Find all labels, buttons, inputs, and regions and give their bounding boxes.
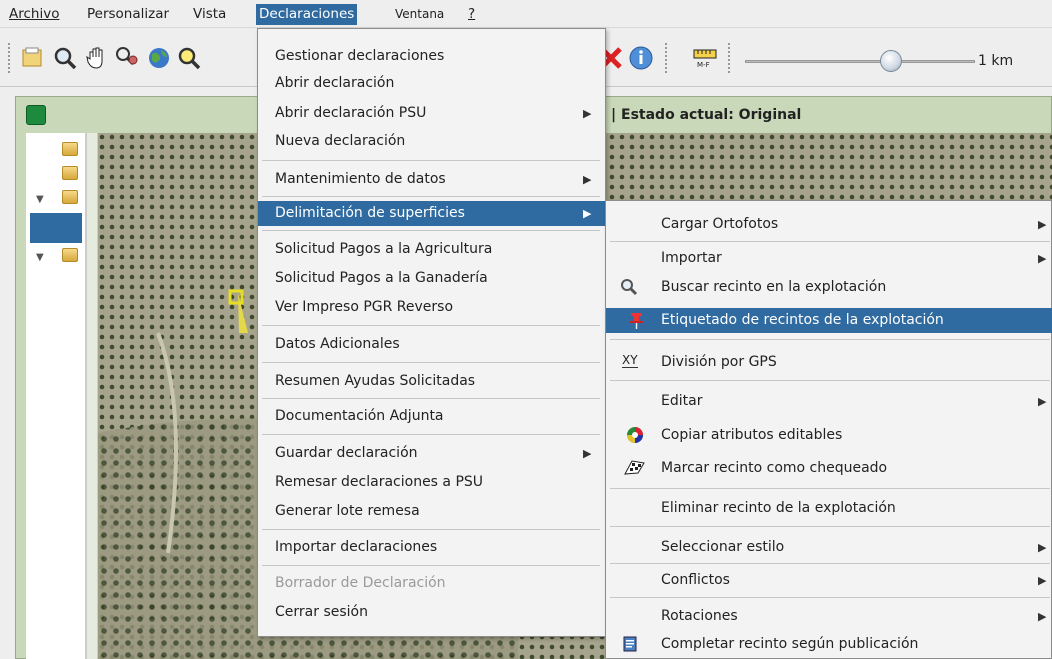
folder-icon[interactable] [62,190,78,204]
menu-bar: Archivo Personalizar Vista Declaraciones… [0,0,1052,28]
menu-item-generar-lote-remesa[interactable]: Generar lote remesa [258,499,605,524]
menu-item-ver-impreso-pgr[interactable]: Ver Impreso PGR Reverso [258,295,605,320]
submenu-arrow-icon: ▶ [583,107,592,120]
menu-item-mantenimiento-datos[interactable]: Mantenimiento de datos ▶ [258,167,605,192]
menu-personalizar[interactable]: Personalizar [84,4,172,25]
toolbar-grip [8,43,12,73]
submenu-item-seleccionar-estilo[interactable]: Seleccionar estilo ▶ [606,535,1052,560]
submenu-arrow-icon: ▶ [583,207,592,220]
submenu-arrow-icon: ▶ [1038,395,1047,408]
menu-item-abrir-declaracion-psu[interactable]: Abrir declaración PSU ▶ [258,101,605,126]
svg-text:M-F: M-F [697,61,710,69]
submenu-item-importar[interactable]: Importar ▶ [606,246,1052,271]
menu-separator [610,339,1050,340]
menu-item-importar-declaraciones[interactable]: Importar declaraciones [258,535,605,560]
menu-separator [262,160,600,161]
identify-icon[interactable] [114,45,140,71]
search-icon [620,278,638,296]
menu-item-gestionar-declaraciones[interactable]: Gestionar declaraciones [258,44,605,69]
menu-item-solicitud-pagos-agricultura[interactable]: Solicitud Pagos a la Agricultura [258,237,605,262]
menu-item-nueva-declaracion[interactable]: Nueva declaración [258,129,605,154]
submenu-item-rotaciones[interactable]: Rotaciones ▶ [606,604,1052,629]
folder-icon[interactable] [62,166,78,180]
submenu-item-completar-recinto[interactable]: Completar recinto según publicación [606,632,1052,657]
zoom-box-icon[interactable] [176,45,202,71]
expand-arrow-icon[interactable]: ▼ [36,252,44,263]
menu-item-resumen-ayudas[interactable]: Resumen Ayudas Solicitadas [258,369,605,394]
submenu-item-cargar-ortofotos[interactable]: Cargar Ortofotos ▶ [606,212,1052,237]
submenu-arrow-icon: ▶ [1038,610,1047,623]
menu-separator [610,563,1050,564]
menu-separator [262,196,600,197]
folder-icon[interactable] [62,142,78,156]
menu-item-guardar-declaracion[interactable]: Guardar declaración ▶ [258,441,605,466]
tree-selected-item[interactable] [30,213,82,243]
menu-separator [262,362,600,363]
menu-item-solicitud-pagos-ganaderia[interactable]: Solicitud Pagos a la Ganadería [258,266,605,291]
submenu-item-buscar-recinto[interactable]: Buscar recinto en la explotación [606,275,1052,300]
checkered-flag-icon [622,458,646,476]
toolbar-grip [728,43,732,73]
submenu-arrow-icon: ▶ [1038,541,1047,554]
menu-archivo[interactable]: Archivo [6,4,62,25]
submenu-item-conflictos[interactable]: Conflictos ▶ [606,568,1052,593]
submenu-arrow-icon: ▶ [1038,574,1047,587]
menu-separator [262,434,600,435]
menu-separator [262,325,600,326]
layer-tree [26,133,86,659]
menu-separator [262,529,600,530]
submenu-item-eliminar-recinto[interactable]: Eliminar recinto de la explotación [606,496,1052,521]
panel-title: Z | Estado actual: Original [596,107,802,123]
submenu-item-copiar-atributos[interactable]: Copiar atributos editables [606,423,1052,448]
menu-separator [262,398,600,399]
pushpin-icon [628,311,646,329]
splitter-handle[interactable] [86,133,98,659]
menu-help[interactable]: ? [465,4,478,25]
panel-app-icon [26,105,46,125]
scale-slider-track[interactable] [745,60,975,63]
submenu-item-etiquetado-recintos[interactable]: Etiquetado de recintos de la explotación [606,308,1052,333]
menu-item-cerrar-sesion[interactable]: Cerrar sesión [258,600,605,625]
submenu-arrow-icon: ▶ [583,173,592,186]
menu-item-borrador-declaracion: Borrador de Declaración [275,575,446,591]
menu-declaraciones[interactable]: Declaraciones [256,4,358,25]
submenu-arrow-icon: ▶ [583,447,592,460]
menu-item-delimitacion-superficies[interactable]: Delimitación de superficies ▶ [258,201,605,226]
submenu-item-marcar-chequeado[interactable]: Marcar recinto como chequeado [606,456,1052,481]
menu-separator [610,241,1050,242]
pan-hand-icon[interactable] [84,45,110,71]
expand-arrow-icon[interactable]: ▼ [36,194,44,205]
menu-separator [610,597,1050,598]
menu-separator [610,526,1050,527]
menu-ventana[interactable]: Ventana [392,4,447,25]
info-icon[interactable] [628,45,654,71]
submenu-item-division-gps[interactable]: XY División por GPS [606,350,1052,375]
open-file-icon[interactable] [20,45,46,71]
menu-separator [610,380,1050,381]
globe-icon[interactable] [146,45,172,71]
menu-item-datos-adicionales[interactable]: Datos Adicionales [258,332,605,357]
menu-separator [262,230,600,231]
scale-label: 1 km [978,53,1014,69]
menu-item-remesar-declaraciones[interactable]: Remesar declaraciones a PSU [258,470,605,495]
scale-slider-thumb[interactable] [880,50,902,72]
measure-icon[interactable]: M-F [692,45,718,71]
folder-icon[interactable] [62,248,78,262]
color-wheel-icon [626,426,644,444]
submenu-arrow-icon: ▶ [1038,252,1047,265]
menu-vista[interactable]: Vista [190,4,229,25]
document-icon [622,635,640,653]
menu-item-abrir-declaracion[interactable]: Abrir declaración [258,71,605,96]
menu-separator [262,565,600,566]
submenu-arrow-icon: ▶ [1038,218,1047,231]
menu-item-documentacion-adjunta[interactable]: Documentación Adjunta [258,404,605,429]
gps-xy-icon: XY [622,353,638,368]
menu-separator [610,488,1050,489]
submenu-item-editar[interactable]: Editar ▶ [606,389,1052,414]
toolbar-grip [665,43,669,73]
zoom-icon[interactable] [52,45,78,71]
